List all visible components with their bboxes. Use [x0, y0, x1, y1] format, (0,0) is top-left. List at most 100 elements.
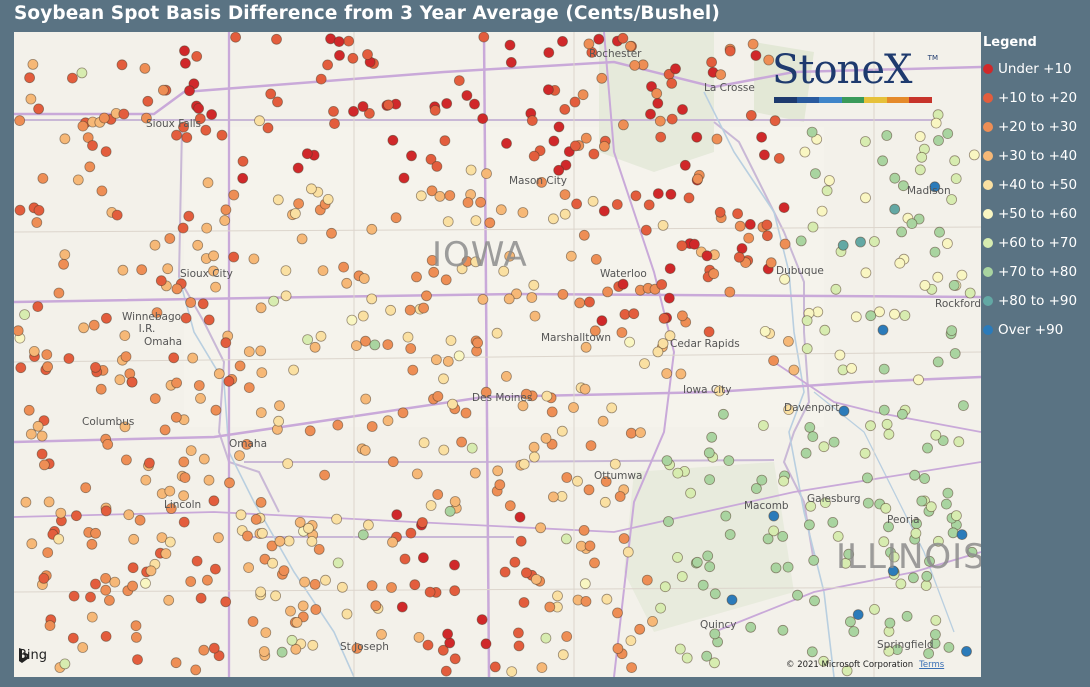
basis-point[interactable] [42, 547, 54, 558]
basis-point[interactable] [579, 578, 591, 590]
basis-point[interactable] [387, 536, 398, 548]
basis-point[interactable] [159, 424, 171, 436]
basis-point[interactable] [715, 69, 727, 80]
basis-point[interactable] [293, 198, 305, 210]
basis-point[interactable] [32, 420, 44, 432]
basis-point[interactable] [906, 218, 918, 230]
basis-point[interactable] [834, 349, 846, 361]
basis-point[interactable] [724, 286, 736, 298]
basis-point[interactable] [360, 393, 372, 405]
basis-point[interactable] [59, 249, 71, 261]
basis-point[interactable] [889, 203, 901, 215]
basis-point[interactable] [178, 516, 190, 528]
basis-point[interactable] [203, 314, 215, 326]
basis-point[interactable] [852, 609, 864, 620]
basis-point[interactable] [773, 153, 785, 164]
basis-point[interactable] [968, 149, 980, 161]
bing-attribution[interactable]: Bing [18, 648, 47, 663]
basis-point[interactable] [724, 45, 736, 57]
basis-point[interactable] [884, 617, 896, 629]
basis-point[interactable] [616, 327, 628, 338]
basis-point[interactable] [761, 219, 773, 231]
basis-point[interactable] [553, 164, 565, 176]
basis-point[interactable] [36, 448, 48, 460]
basis-point[interactable] [117, 264, 129, 276]
basis-point[interactable] [848, 626, 860, 637]
basis-point[interactable] [309, 579, 321, 590]
basis-point[interactable] [444, 637, 456, 649]
basis-point[interactable] [132, 654, 143, 665]
basis-point[interactable] [444, 505, 456, 517]
basis-point[interactable] [546, 406, 558, 418]
basis-point[interactable] [574, 297, 586, 309]
basis-point[interactable] [655, 131, 667, 143]
basis-point[interactable] [90, 361, 101, 373]
basis-point[interactable] [948, 279, 960, 291]
basis-point[interactable] [212, 532, 224, 544]
legend-item[interactable]: +20 to +30 [983, 112, 1088, 141]
basis-point[interactable] [255, 586, 267, 598]
basis-point[interactable] [744, 218, 756, 230]
basis-point[interactable] [701, 250, 713, 262]
basis-point[interactable] [548, 491, 559, 503]
basis-point[interactable] [685, 487, 696, 499]
basis-point[interactable] [860, 267, 872, 279]
basis-point[interactable] [768, 510, 780, 522]
basis-point[interactable] [254, 115, 265, 127]
basis-point[interactable] [28, 345, 40, 357]
basis-point[interactable] [518, 458, 530, 470]
basis-point[interactable] [579, 383, 591, 395]
basis-point[interactable] [285, 605, 296, 617]
basis-point[interactable] [837, 239, 849, 251]
basis-point[interactable] [881, 130, 893, 141]
basis-point[interactable] [913, 374, 924, 386]
basis-point[interactable] [98, 112, 110, 124]
basis-point[interactable] [192, 239, 204, 251]
basis-point[interactable] [128, 533, 140, 545]
basis-point[interactable] [201, 222, 213, 234]
basis-point[interactable] [387, 134, 399, 146]
basis-point[interactable] [95, 383, 107, 395]
basis-point[interactable] [812, 306, 824, 318]
basis-point[interactable] [501, 138, 512, 149]
basis-point[interactable] [828, 436, 840, 448]
basis-point[interactable] [341, 608, 353, 620]
basis-point[interactable] [559, 189, 571, 201]
basis-point[interactable] [313, 544, 325, 555]
basis-point[interactable] [617, 278, 629, 290]
basis-point[interactable] [824, 175, 835, 186]
basis-point[interactable] [413, 632, 425, 643]
basis-point[interactable] [255, 496, 267, 508]
basis-point[interactable] [612, 643, 624, 654]
basis-point[interactable] [799, 146, 811, 158]
basis-point[interactable] [38, 459, 50, 471]
basis-point[interactable] [540, 432, 552, 444]
basis-point[interactable] [243, 562, 255, 573]
basis-point[interactable] [762, 533, 774, 545]
basis-point[interactable] [15, 362, 27, 374]
basis-point[interactable] [319, 469, 331, 481]
basis-point[interactable] [171, 377, 183, 389]
basis-point[interactable] [612, 607, 623, 619]
basis-point[interactable] [544, 601, 556, 613]
basis-point[interactable] [949, 348, 961, 359]
basis-point[interactable] [357, 310, 369, 322]
basis-point[interactable] [929, 246, 941, 258]
basis-point[interactable] [328, 106, 339, 117]
basis-point[interactable] [322, 59, 334, 71]
basis-point[interactable] [895, 578, 907, 590]
basis-point[interactable] [25, 428, 37, 440]
basis-point[interactable] [191, 555, 203, 567]
basis-point[interactable] [453, 350, 465, 362]
basis-point[interactable] [440, 274, 452, 286]
basis-point[interactable] [958, 400, 969, 412]
basis-point[interactable] [677, 310, 688, 322]
basis-point[interactable] [237, 155, 249, 167]
basis-point[interactable] [382, 415, 394, 427]
basis-point[interactable] [210, 404, 222, 416]
basis-point[interactable] [578, 524, 590, 536]
basis-point[interactable] [778, 202, 790, 214]
basis-point[interactable] [877, 155, 888, 167]
basis-point[interactable] [821, 185, 833, 197]
basis-point[interactable] [88, 319, 100, 331]
